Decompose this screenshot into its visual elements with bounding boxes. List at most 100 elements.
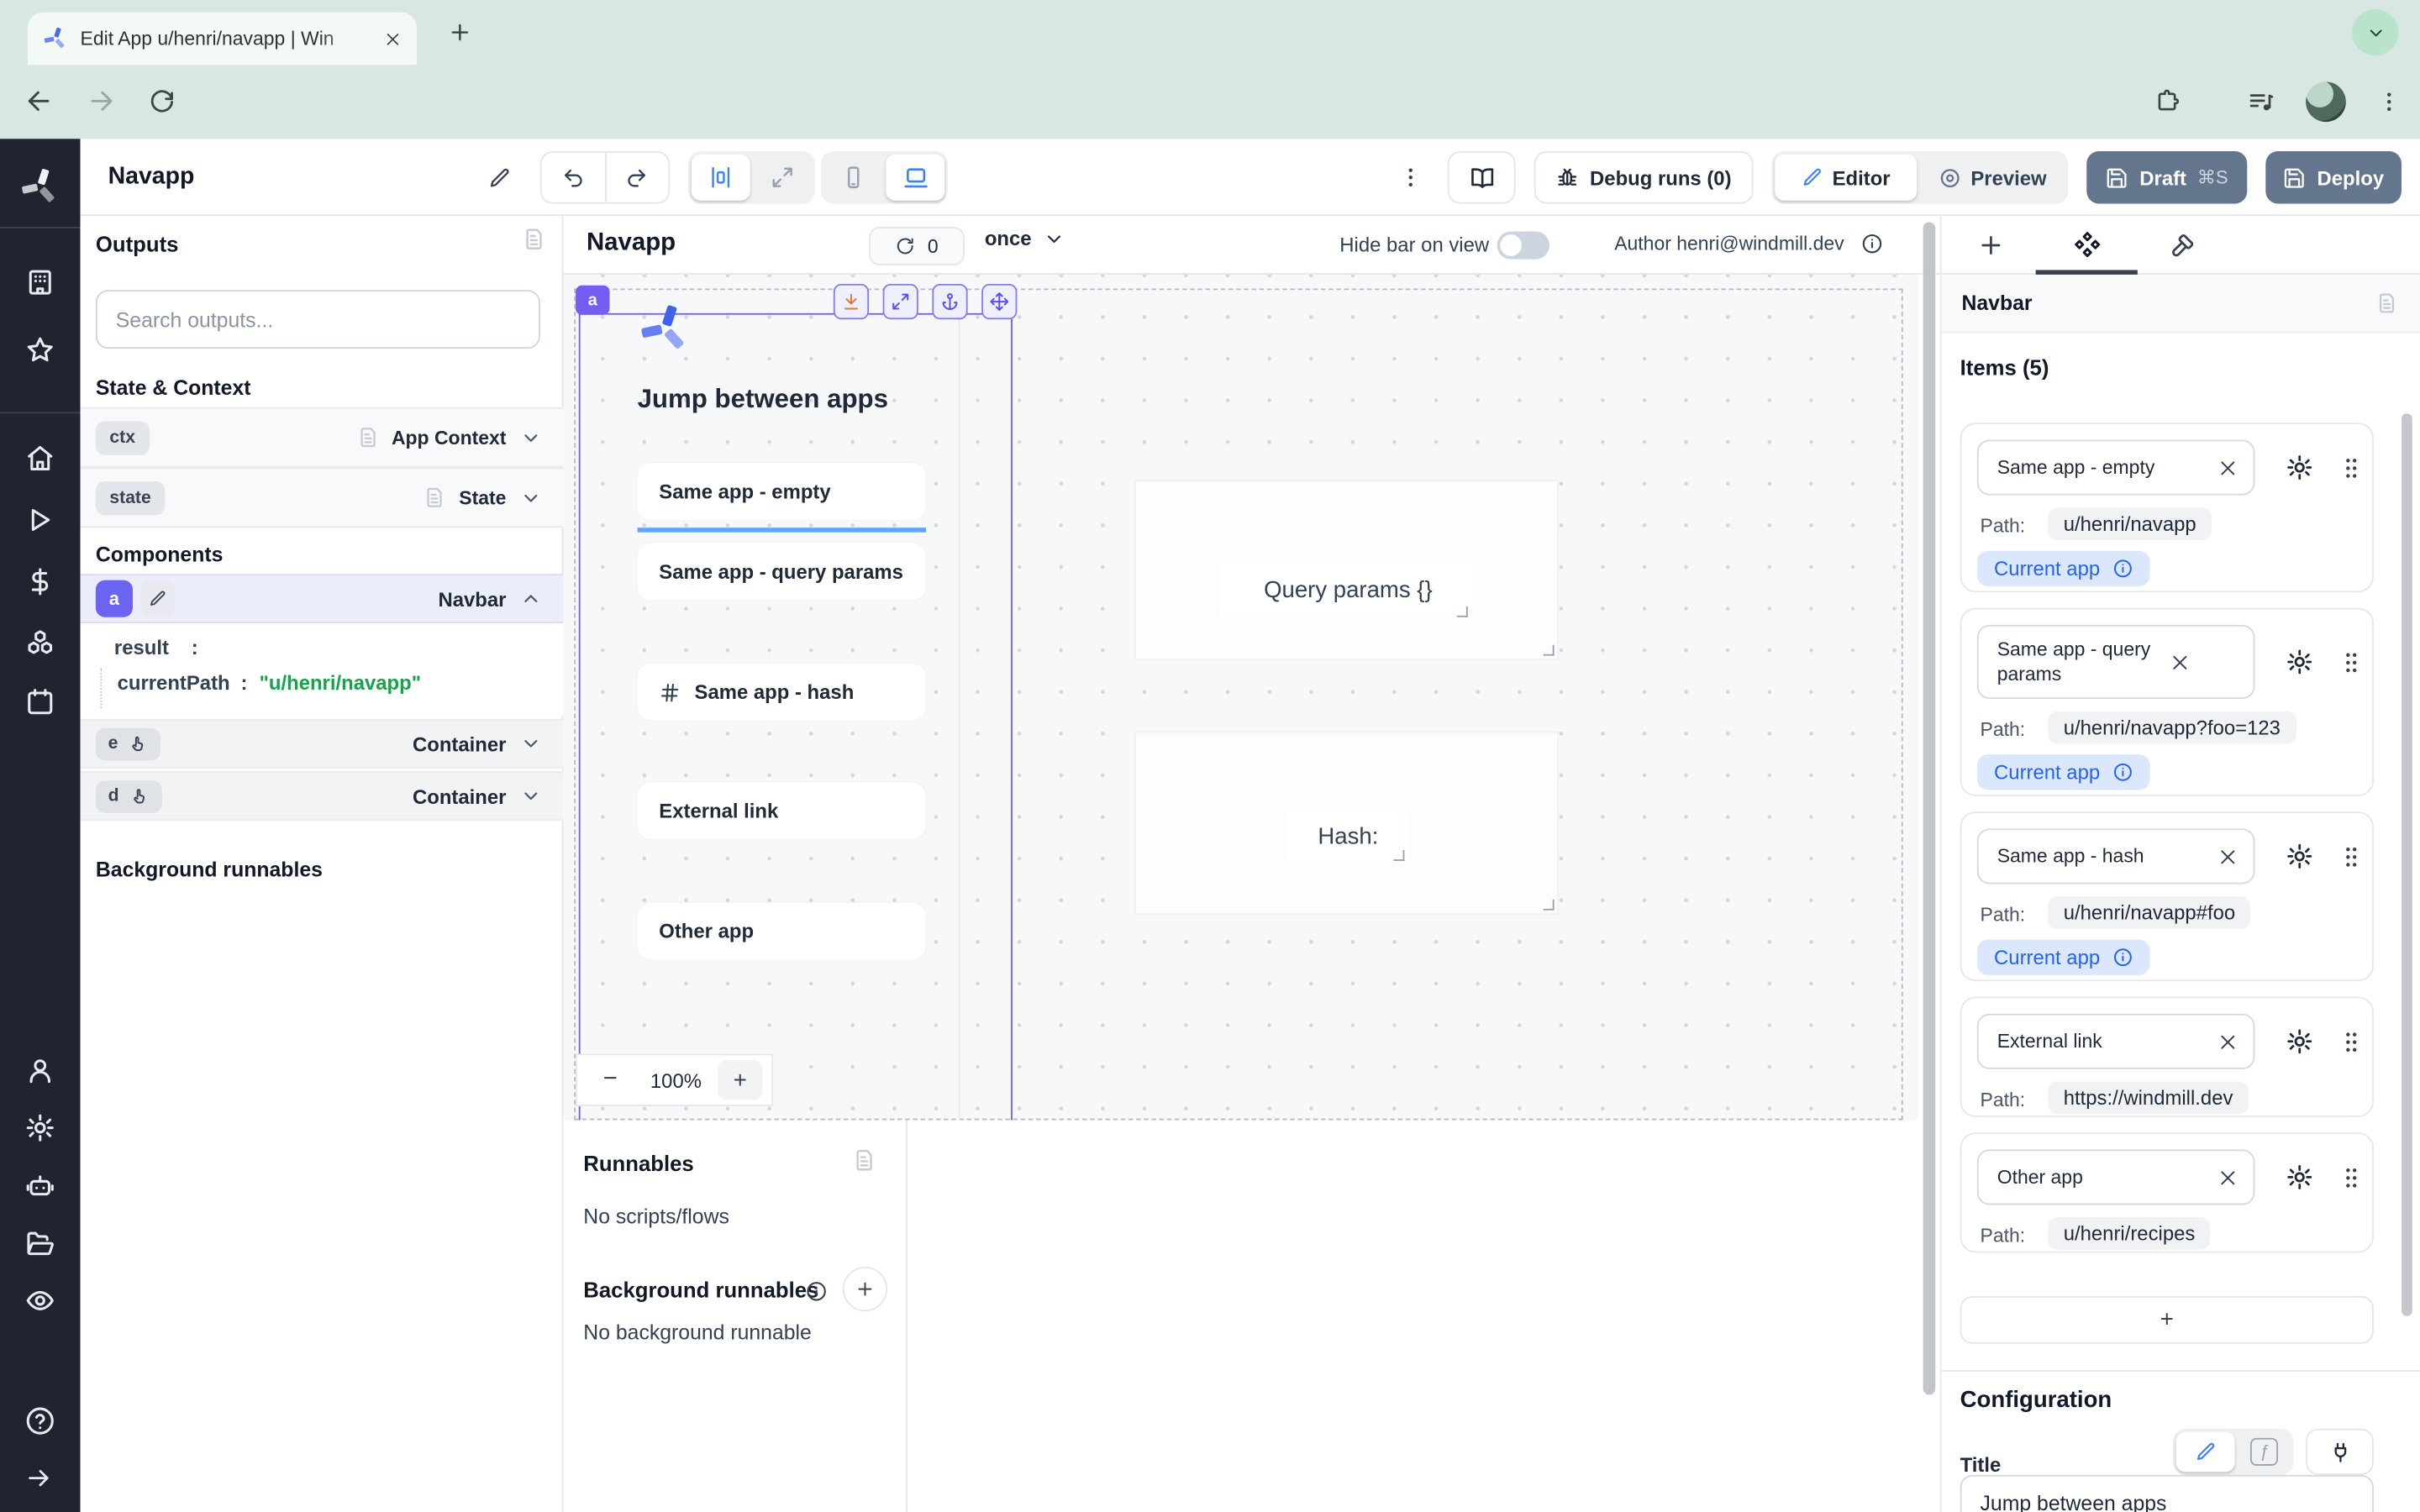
item-settings-gear-icon[interactable] [2286, 843, 2313, 870]
drag-grip-icon[interactable] [2338, 1165, 2365, 1191]
avatar[interactable] [2306, 81, 2346, 122]
static-value-mode-button[interactable] [2176, 1431, 2235, 1472]
info-icon[interactable] [1861, 233, 1883, 255]
nav-item-query-params[interactable]: Same app - query params [638, 543, 926, 601]
chevron-down-icon[interactable] [520, 785, 542, 807]
chevron-down-icon[interactable] [520, 427, 542, 449]
info-icon[interactable] [2112, 762, 2133, 782]
clear-x-icon[interactable] [2217, 1032, 2238, 1052]
folders-icon[interactable] [24, 1228, 55, 1259]
tab-close-icon[interactable] [384, 30, 401, 47]
zoom-in-button[interactable]: + [718, 1060, 762, 1100]
insert-component-tab-plus-icon[interactable] [1977, 232, 2005, 260]
info-icon[interactable] [2112, 948, 2133, 968]
drag-grip-icon[interactable] [2338, 649, 2365, 675]
drag-grip-icon[interactable] [2338, 844, 2365, 870]
nav-item-external-link[interactable]: External link [638, 782, 926, 839]
favorites-star-icon[interactable] [24, 335, 55, 366]
chevron-up-icon[interactable] [520, 588, 542, 610]
users-icon[interactable] [24, 1055, 55, 1086]
chevron-down-icon[interactable] [520, 732, 542, 754]
help-icon[interactable] [24, 1405, 55, 1436]
add-navbar-item-button[interactable]: + [1960, 1296, 2374, 1344]
schedules-calendar-icon[interactable] [24, 686, 55, 717]
draft-button[interactable]: Draft ⌘S [2086, 151, 2247, 203]
docs-button[interactable] [1448, 151, 1516, 203]
anchor-handle[interactable] [932, 284, 967, 319]
nav-item-hash[interactable]: Same app - hash [638, 664, 926, 721]
doc-panel-icon[interactable] [522, 227, 546, 251]
hide-bar-toggle[interactable] [1497, 232, 1549, 260]
home-icon[interactable] [24, 443, 55, 474]
ctx-row[interactable]: ctx App Context [81, 407, 564, 468]
full-width-layout-button[interactable] [753, 155, 812, 201]
item-1-label-box[interactable]: Same app - empty [1977, 439, 2255, 495]
reload-icon[interactable] [148, 88, 176, 116]
component-row-e[interactable]: e Container [81, 719, 564, 769]
selection-tag[interactable]: a [576, 286, 609, 315]
redo-button[interactable] [606, 153, 668, 202]
styling-brush-tab-icon[interactable] [2169, 232, 2196, 260]
component-settings-tab-icon[interactable] [2073, 230, 2102, 260]
windmill-logo[interactable] [20, 166, 60, 207]
title-input[interactable]: Jump between apps [1960, 1475, 2374, 1512]
resize-corner[interactable] [1457, 606, 1468, 617]
component-row-d[interactable]: d Container [81, 771, 564, 821]
playlist-icon[interactable] [2247, 88, 2275, 116]
workspace-building-icon[interactable] [24, 267, 55, 298]
more-options-kebab-icon[interactable] [1398, 165, 1423, 190]
desktop-view-button[interactable] [886, 155, 944, 201]
zoom-out-button[interactable]: − [587, 1066, 634, 1094]
info-icon[interactable] [2112, 559, 2133, 579]
refresh-button[interactable]: 0 [869, 227, 965, 265]
editor-tab[interactable]: Editor [1775, 155, 1917, 201]
settings-gear-icon[interactable] [24, 1112, 55, 1143]
add-background-runnable-button[interactable] [843, 1267, 887, 1311]
item-4-label-box[interactable]: External link [1977, 1014, 2255, 1069]
resize-corner[interactable] [1544, 900, 1555, 911]
connect-plug-button[interactable] [2306, 1429, 2374, 1475]
drag-grip-icon[interactable] [2338, 1029, 2365, 1055]
mobile-view-button[interactable] [824, 155, 883, 201]
back-icon[interactable] [24, 87, 54, 116]
query-params-text-box[interactable]: Query params {} [1221, 563, 1476, 617]
rename-pencil-icon[interactable] [487, 166, 511, 190]
nav-item-other-app[interactable]: Other app [638, 902, 926, 959]
state-row[interactable]: state State [81, 468, 564, 528]
clear-x-icon[interactable] [2217, 846, 2238, 866]
browser-tab[interactable]: Edit App u/henri/navapp | Win [28, 13, 417, 65]
clear-x-icon[interactable] [2217, 458, 2238, 478]
hash-text-box[interactable]: Hash: [1289, 813, 1407, 861]
audit-eye-icon[interactable] [24, 1285, 55, 1316]
runs-play-icon[interactable] [24, 505, 55, 536]
browser-menu-icon[interactable] [2377, 90, 2402, 114]
variables-dollar-icon[interactable] [24, 566, 55, 597]
chevron-down-icon[interactable] [520, 486, 542, 508]
item-2-label-box[interactable]: Same app - query params [1977, 625, 2255, 699]
doc-panel-icon[interactable] [2375, 291, 2399, 315]
settings-panel-scrollbar[interactable] [2402, 413, 2412, 1315]
item-5-label-box[interactable]: Other app [1977, 1149, 2255, 1205]
new-tab-icon[interactable] [448, 20, 472, 45]
item-3-label-box[interactable]: Same app - hash [1977, 828, 2255, 884]
debug-runs-button[interactable]: Debug runs (0) [1534, 151, 1754, 203]
doc-panel-icon[interactable] [852, 1148, 876, 1173]
undo-button[interactable] [542, 153, 606, 202]
centered-layout-button[interactable] [692, 155, 750, 201]
tab-search-button[interactable] [2352, 9, 2398, 55]
deploy-button[interactable]: Deploy [2265, 151, 2402, 203]
canvas-scrollbar[interactable] [1923, 222, 1936, 1394]
clear-x-icon[interactable] [2170, 652, 2190, 672]
item-settings-gear-icon[interactable] [2286, 454, 2313, 481]
search-outputs-input[interactable] [96, 290, 540, 349]
expand-sidebar-arrow-icon[interactable] [24, 1464, 52, 1492]
run-mode-dropdown[interactable]: once [985, 227, 1065, 250]
move-handle[interactable] [981, 284, 1017, 319]
forward-icon[interactable] [87, 87, 116, 116]
expression-mode-button[interactable]: ƒ [2238, 1431, 2290, 1472]
query-params-container[interactable]: Query params {} [1134, 480, 1559, 660]
info-icon[interactable] [806, 1280, 828, 1302]
resize-corner[interactable] [1544, 645, 1555, 656]
component-a-edit-chip[interactable] [140, 581, 174, 615]
extensions-puzzle-icon[interactable] [2154, 88, 2181, 114]
